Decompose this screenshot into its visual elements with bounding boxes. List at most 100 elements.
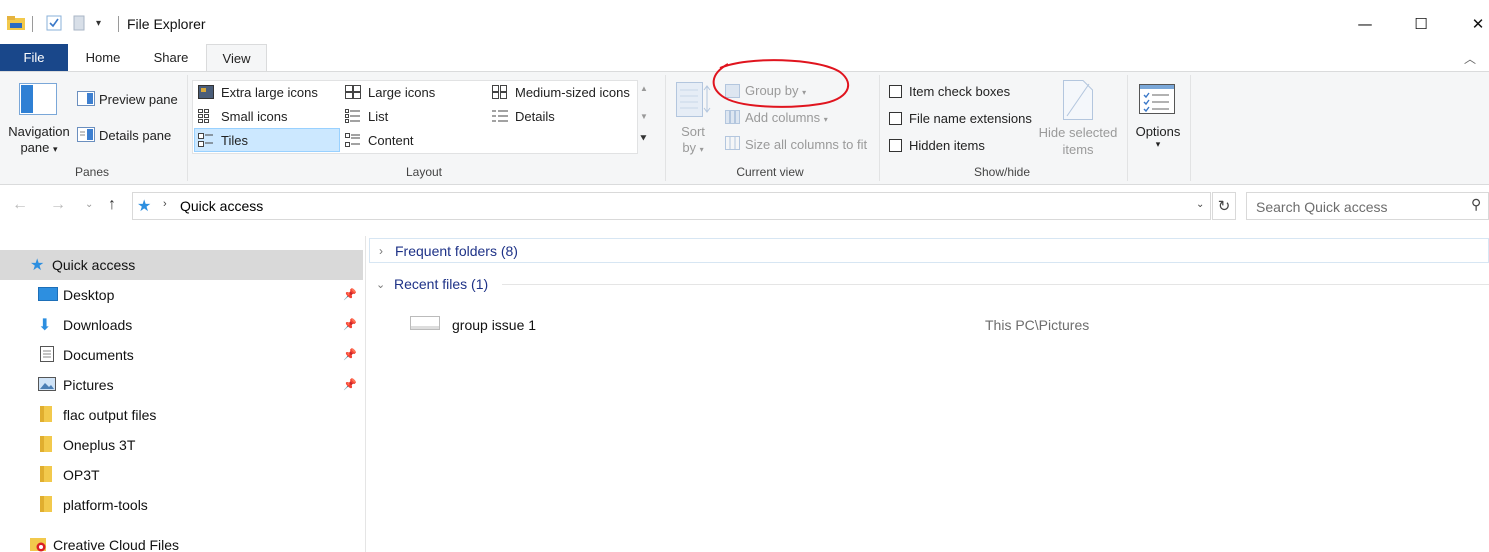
item-check-boxes-checkbox[interactable] xyxy=(889,85,902,98)
nav-item-label: Downloads xyxy=(63,317,133,333)
ribbon-collapse-chevron-icon[interactable]: ︿ xyxy=(1464,50,1476,67)
chevron-down-icon: ⌄ xyxy=(376,278,386,291)
details-icon xyxy=(492,109,508,126)
sort-by-icon xyxy=(676,82,712,121)
layout-tiles[interactable]: Tiles xyxy=(221,133,248,148)
recent-locations-chevron-icon[interactable]: ⌄ xyxy=(85,199,93,210)
layout-extra-large-icons[interactable]: Extra large icons xyxy=(221,85,318,100)
new-folder-icon[interactable] xyxy=(72,15,86,34)
layout-tiles-selected[interactable] xyxy=(194,128,340,152)
options-label: Options xyxy=(1135,124,1181,139)
nav-item-downloads[interactable]: ⬇ Downloads 📌 xyxy=(0,310,363,340)
close-button[interactable]: ✕ xyxy=(1455,6,1489,42)
search-icon[interactable]: ⚲ xyxy=(1471,196,1481,213)
tab-share[interactable]: Share xyxy=(140,44,202,71)
file-name-extensions-checkbox[interactable] xyxy=(889,112,902,125)
annotation-circle xyxy=(708,54,856,119)
hidden-items-checkbox[interactable] xyxy=(889,139,902,152)
layout-content[interactable]: Content xyxy=(368,133,414,148)
nav-item-label: flac output files xyxy=(63,407,157,423)
maximize-button[interactable]: ☐ xyxy=(1398,6,1444,42)
gallery-scroll-down-icon[interactable]: ▼ xyxy=(640,112,648,121)
folder-icon xyxy=(40,495,63,515)
downloads-icon: ⬇ xyxy=(38,317,52,334)
extra-large-icons-icon xyxy=(198,85,214,102)
nav-item-label: Pictures xyxy=(63,377,114,393)
options-button[interactable]: Options ▾ xyxy=(1130,124,1186,150)
folder-icon xyxy=(40,465,63,485)
address-bar[interactable]: ★ › Quick access ⌄ xyxy=(132,192,1211,220)
dropdown-arrow-icon: ▾ xyxy=(699,145,704,154)
desktop-icon xyxy=(38,286,63,304)
details-pane-button[interactable]: Details pane xyxy=(99,128,171,143)
nav-item-label: Desktop xyxy=(63,287,115,303)
nav-item-flac-output-files[interactable]: flac output files xyxy=(0,400,363,430)
image-file-icon xyxy=(410,316,440,333)
medium-icons-icon xyxy=(492,85,508,102)
back-button[interactable]: ← xyxy=(12,196,28,214)
small-icons-icon xyxy=(198,109,214,126)
breadcrumb-quick-access[interactable]: Quick access xyxy=(180,198,263,214)
nav-item-label: OP3T xyxy=(63,467,100,483)
tab-home[interactable]: Home xyxy=(72,44,134,71)
item-check-boxes-label[interactable]: Item check boxes xyxy=(909,84,1010,99)
tab-file[interactable]: File xyxy=(0,44,68,71)
nav-item-platform-tools[interactable]: platform-tools xyxy=(0,490,363,520)
panes-group-label: Panes xyxy=(74,165,110,179)
forward-button[interactable]: → xyxy=(50,196,66,214)
properties-icon[interactable] xyxy=(46,15,62,34)
up-button[interactable]: ↑ xyxy=(108,196,116,214)
nav-item-quick-access[interactable]: ★ Quick access xyxy=(0,250,363,280)
nav-item-label: Oneplus 3T xyxy=(63,437,136,453)
nav-item-label: Quick access xyxy=(52,257,136,273)
recent-files-header[interactable]: ⌄ Recent files (1) xyxy=(369,272,488,296)
options-icon xyxy=(1139,84,1175,117)
nav-item-desktop[interactable]: Desktop 📌 xyxy=(0,280,363,310)
frequent-folders-label: Frequent folders (8) xyxy=(395,242,518,259)
window-title: File Explorer xyxy=(127,16,206,32)
folder-icon xyxy=(40,435,63,455)
documents-icon xyxy=(40,345,63,365)
tab-view[interactable]: View xyxy=(206,44,267,72)
nav-item-op3t[interactable]: OP3T xyxy=(0,460,363,490)
nav-item-documents[interactable]: Documents 📌 xyxy=(0,340,363,370)
gallery-scroll-up-icon[interactable]: ▲ xyxy=(640,84,648,93)
search-box[interactable]: Search Quick access ⚲ xyxy=(1246,192,1489,220)
file-name-extensions-label[interactable]: File name extensions xyxy=(909,111,1032,126)
frequent-folders-header[interactable]: › Frequent folders (8) xyxy=(369,238,1489,263)
nav-item-label: Documents xyxy=(63,347,134,363)
size-all-columns-button[interactable]: Size all columns to fit xyxy=(745,137,867,152)
gallery-more-icon[interactable]: ⯆ xyxy=(639,133,648,146)
file-location: This PC\Pictures xyxy=(985,317,1090,333)
refresh-button[interactable]: ↻ xyxy=(1212,192,1236,220)
layout-details[interactable]: Details xyxy=(515,109,555,124)
sort-by-button[interactable]: Sort by ▾ xyxy=(676,124,710,158)
navigation-pane-button[interactable]: Navigation pane ▾ xyxy=(6,124,72,157)
hidden-items-label[interactable]: Hidden items xyxy=(909,138,985,153)
layout-large-icons[interactable]: Large icons xyxy=(368,85,435,100)
layout-small-icons[interactable]: Small icons xyxy=(221,109,287,124)
address-dropdown-chevron-icon[interactable]: ⌄ xyxy=(1196,199,1204,210)
title-bar: ▾ File Explorer — ☐ ✕ xyxy=(0,0,1489,44)
file-row[interactable]: group issue 1 This PC\Pictures xyxy=(395,312,1489,338)
navigation-pane-icon xyxy=(19,83,57,118)
hide-selected-items-button[interactable]: Hide selected items xyxy=(1036,124,1120,158)
nav-item-oneplus-3t[interactable]: Oneplus 3T xyxy=(0,430,363,460)
dropdown-arrow-icon: ▾ xyxy=(1155,139,1161,149)
layout-medium-sized-icons[interactable]: Medium-sized icons xyxy=(515,85,630,100)
list-icon xyxy=(345,109,361,126)
preview-pane-button[interactable]: Preview pane xyxy=(99,92,178,107)
preview-pane-icon xyxy=(77,91,95,109)
tiles-icon xyxy=(198,133,214,150)
breadcrumb-separator-icon: › xyxy=(163,198,167,210)
search-input[interactable]: Search Quick access xyxy=(1256,199,1388,215)
minimize-button[interactable]: — xyxy=(1342,6,1388,42)
details-pane-icon xyxy=(77,127,95,145)
pin-icon: 📌 xyxy=(343,319,357,331)
file-name: group issue 1 xyxy=(452,317,537,333)
customize-qat-chevron-icon[interactable]: ▾ xyxy=(96,18,101,29)
layout-list[interactable]: List xyxy=(368,109,388,124)
nav-item-pictures[interactable]: Pictures 📌 xyxy=(0,370,363,400)
recent-files-label: Recent files (1) xyxy=(394,276,489,292)
nav-item-creative-cloud-files[interactable]: Creative Cloud Files xyxy=(0,530,363,552)
